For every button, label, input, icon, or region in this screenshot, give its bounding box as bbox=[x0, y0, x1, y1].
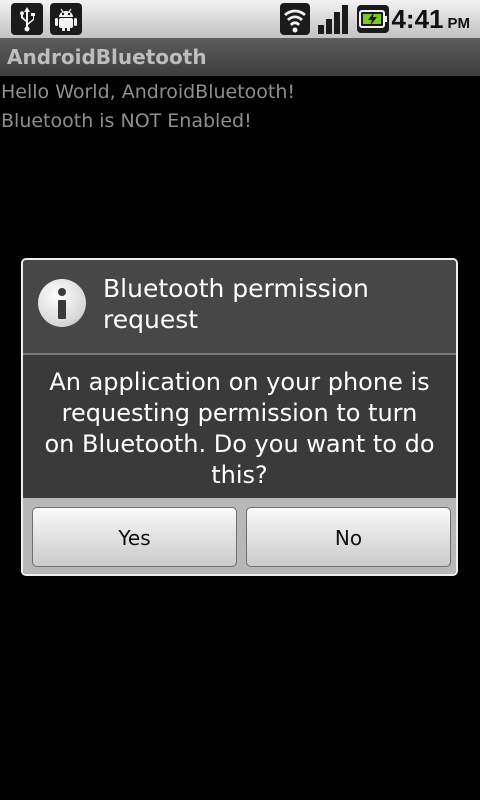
dialog-button-bar: Yes No bbox=[23, 498, 456, 574]
wifi-icon bbox=[280, 3, 310, 35]
no-button[interactable]: No bbox=[246, 507, 451, 567]
info-icon bbox=[38, 279, 86, 327]
status-bar: 4:41 PM bbox=[0, 0, 480, 38]
android-debug-icon bbox=[50, 3, 82, 35]
signal-icon bbox=[316, 3, 350, 35]
hello-text: Hello World, AndroidBluetooth! bbox=[1, 81, 296, 103]
app-title: AndroidBluetooth bbox=[7, 45, 207, 69]
yes-button[interactable]: Yes bbox=[32, 507, 237, 567]
status-time: 4:41 bbox=[391, 4, 444, 34]
bluetooth-status-text: Bluetooth is NOT Enabled! bbox=[1, 110, 252, 132]
dialog-message: An application on your phone is requesti… bbox=[44, 368, 435, 489]
app-title-bar: AndroidBluetooth bbox=[0, 38, 480, 76]
usb-icon bbox=[11, 3, 43, 35]
dialog-body: An application on your phone is requesti… bbox=[23, 355, 456, 498]
dialog-title: Bluetooth permission request bbox=[103, 274, 369, 334]
battery-charging-icon bbox=[357, 5, 389, 33]
app-content: Hello World, AndroidBluetooth! Bluetooth… bbox=[0, 78, 480, 136]
bluetooth-permission-dialog: Bluetooth permission request An applicat… bbox=[21, 258, 458, 576]
status-clock: 4:41 PM bbox=[391, 4, 470, 34]
status-ampm: PM bbox=[447, 15, 471, 32]
dialog-header: Bluetooth permission request bbox=[23, 260, 456, 355]
